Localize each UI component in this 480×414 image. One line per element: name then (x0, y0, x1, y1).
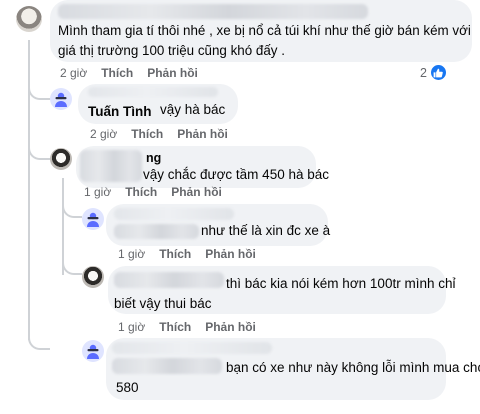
commenter-avatar[interactable] (50, 148, 72, 170)
redacted-name (112, 358, 222, 374)
like-link[interactable]: Thích (101, 66, 133, 80)
thread-connector-1 (28, 80, 50, 100)
like-thumb-icon (429, 64, 447, 81)
redacted-name (58, 4, 368, 19)
comment-text-line2: biết vậy thui bác (114, 296, 212, 311)
like-link[interactable]: Thích (131, 127, 163, 141)
comment-bubble: như thế là xin đc xe à (106, 204, 331, 246)
comment-text-line1: thì bác kia nói kém hơn 100tr mình chỉ (226, 276, 456, 291)
like-link[interactable]: Thích (125, 185, 157, 199)
person-silhouette-icon (87, 344, 99, 359)
comment-text-line2: giá thị trường 100 triệu cũng khó đấy . (58, 43, 285, 58)
reply-link[interactable]: Phản hồi (171, 185, 222, 199)
thread-connector-5 (28, 320, 50, 350)
reply-link[interactable]: Phản hồi (147, 66, 198, 80)
redacted-header (114, 208, 234, 220)
reply-link[interactable]: Phản hồi (205, 247, 256, 261)
comment-text-line1: bạn có xe như này không lỗi mình mua cho (226, 360, 480, 375)
like-link[interactable]: Thích (159, 247, 191, 261)
comment-text-line1: Mình tham gia tí thôi nhé , xe bị nổ cả … (58, 23, 471, 38)
comment-time[interactable]: 1 giờ (118, 320, 145, 334)
comment-meta: 2 giờ Thích Phản hồi (60, 66, 198, 80)
comment-time[interactable]: 1 giờ (84, 185, 111, 199)
comment-bubble: thì bác kia nói kém hơn 100tr mình chỉ b… (108, 266, 455, 314)
commenter-name[interactable]: Tuấn Tình (88, 104, 152, 119)
redacted-header (88, 87, 218, 97)
comment-time[interactable]: 2 giờ (90, 127, 117, 141)
commenter-avatar[interactable] (16, 6, 42, 32)
person-silhouette-icon (55, 92, 67, 107)
comment-text: như thế là xin đc xe à (201, 223, 331, 238)
thread-connector-2 (28, 140, 50, 160)
redacted-name (114, 224, 199, 239)
redacted-header (112, 342, 272, 354)
reaction-count: 2 (420, 65, 427, 80)
comment-bubble: Tuấn Tình vậy hà bác (78, 84, 238, 124)
redacted-name (80, 150, 142, 182)
comment-bubble: bạn có xe như này không lỗi mình mua cho… (106, 338, 480, 400)
reply-link[interactable]: Phản hồi (205, 320, 256, 334)
reply-link[interactable]: Phản hồi (177, 127, 228, 141)
comment-meta: 1 giờ Thích Phản hồi (118, 247, 256, 261)
commenter-name-partial[interactable]: ng (146, 151, 161, 165)
redacted-name (114, 272, 224, 288)
commenter-avatar[interactable] (50, 88, 72, 110)
comment-meta: 1 giờ Thích Phản hồi (84, 185, 222, 199)
thread-connector-4 (62, 255, 82, 275)
comment-meta: 2 giờ Thích Phản hồi (90, 127, 228, 141)
commenter-avatar[interactable] (82, 340, 104, 362)
reaction-summary[interactable]: 2 (420, 64, 447, 81)
comment-bubble: Mình tham gia tí thôi nhé , xe bị nổ cả … (50, 0, 472, 62)
comment-text-line2: 580 (116, 380, 139, 395)
comment-text: vậy hà bác (160, 102, 226, 117)
thread-connector-3 (62, 198, 82, 218)
comment-bubble: ng vậy chắc được tầm 450 hà bác (76, 146, 329, 188)
like-link[interactable]: Thích (159, 320, 191, 334)
comment-time[interactable]: 1 giờ (118, 247, 145, 261)
commenter-avatar[interactable] (82, 208, 104, 230)
commenter-avatar[interactable] (82, 266, 104, 288)
person-silhouette-icon (87, 212, 99, 227)
comment-text: vậy chắc được tầm 450 hà bác (143, 167, 329, 182)
comment-meta: 1 giờ Thích Phản hồi (118, 320, 256, 334)
comment-time[interactable]: 2 giờ (60, 66, 87, 80)
